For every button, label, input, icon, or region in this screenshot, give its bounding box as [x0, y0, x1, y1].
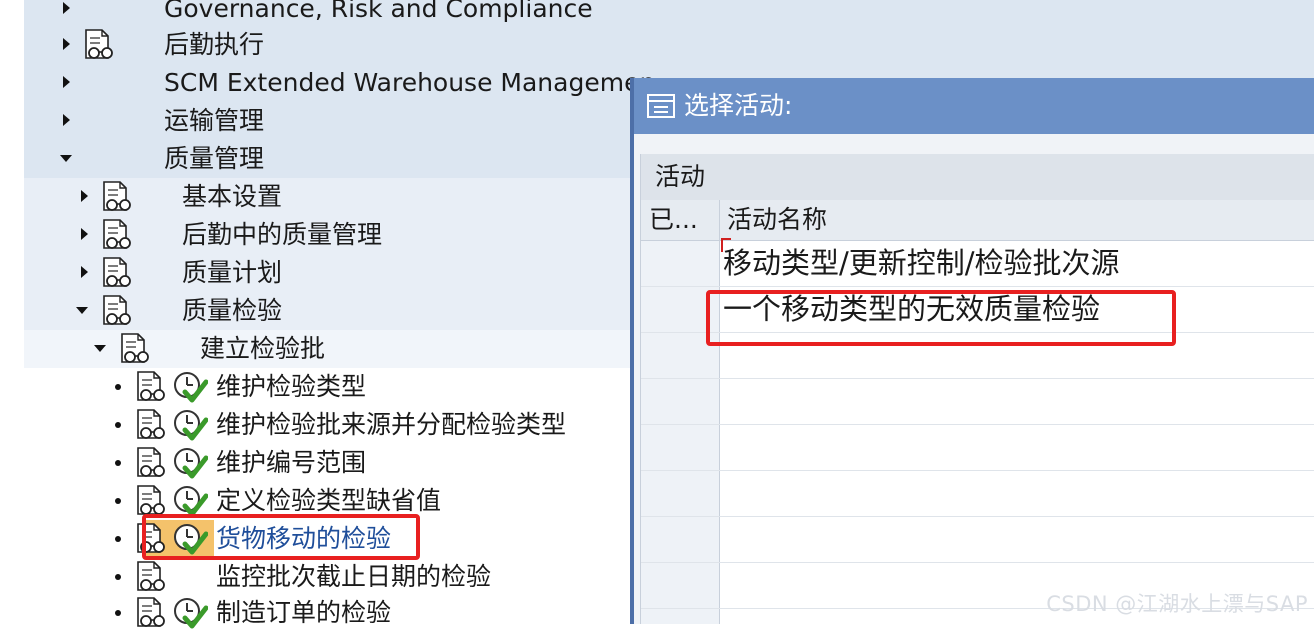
document-glasses-icon[interactable] [134, 408, 168, 442]
clock-check-icon[interactable] [172, 484, 208, 518]
row-selector[interactable] [641, 471, 720, 516]
tree-node-label: SCM Extended Warehouse Managemen [164, 68, 656, 97]
table-row[interactable] [641, 517, 1314, 563]
bullet-icon [112, 558, 128, 596]
tree-node-label: 制造订单的检验 [216, 598, 392, 627]
column-header-status[interactable]: 已... [649, 200, 698, 240]
row-selector[interactable] [641, 241, 720, 286]
table-row[interactable] [641, 471, 1314, 517]
expand-arrow-icon[interactable] [60, 102, 76, 140]
tree-node-label: 建立检验批 [200, 334, 326, 363]
document-glasses-icon[interactable] [134, 446, 168, 480]
clock-check-icon[interactable] [172, 446, 208, 480]
document-glasses-icon[interactable] [134, 560, 168, 594]
document-glasses-icon[interactable] [134, 484, 168, 518]
tree-node-label: 后勤中的质量管理 [182, 220, 383, 249]
expand-arrow-icon[interactable] [60, 0, 76, 28]
clock-check-icon[interactable] [172, 370, 208, 404]
expand-arrow-icon[interactable] [78, 254, 94, 292]
column-divider[interactable] [719, 200, 720, 240]
dialog-title: 选择活动: [684, 91, 793, 120]
tree-node-label: 运输管理 [164, 106, 265, 135]
highlight-box [142, 514, 420, 560]
tree-node-label: Governance, Risk and Compliance [164, 0, 593, 23]
table-row[interactable] [641, 379, 1314, 425]
expand-arrow-icon[interactable] [60, 64, 76, 102]
bullet-icon [112, 444, 128, 482]
tree-node-label: 质量检验 [182, 296, 283, 325]
tree-node-label: 基本设置 [182, 182, 283, 211]
table-caption-text: 活动 [655, 162, 706, 191]
bullet-icon [112, 406, 128, 444]
document-glasses-icon[interactable] [134, 370, 168, 404]
highlight-box [706, 290, 1176, 346]
expand-arrow-icon[interactable] [78, 178, 94, 216]
bullet-icon [112, 594, 128, 632]
table-header: 已... 活动名称 [641, 200, 1314, 241]
row-selector[interactable] [641, 379, 720, 424]
tree-node-label: 监控批次截止日期的检验 [216, 562, 492, 591]
row-selector[interactable] [641, 517, 720, 562]
row-selector[interactable] [641, 563, 720, 608]
document-glasses-icon [100, 218, 134, 252]
collapse-arrow-icon[interactable] [76, 292, 92, 330]
document-glasses-icon[interactable] [134, 596, 168, 630]
collapse-arrow-icon[interactable] [94, 330, 110, 368]
tree-node-label: 质量计划 [182, 258, 283, 287]
tree-node-logistics-execution[interactable]: 后勤执行 [24, 26, 1314, 64]
tree-node-label: 维护检验批来源并分配检验类型 [216, 410, 567, 439]
tree-node-label: 后勤执行 [164, 30, 265, 59]
row-selector[interactable] [641, 609, 720, 624]
tree-node-label: 维护检验类型 [216, 372, 367, 401]
document-glasses-icon [100, 294, 134, 328]
text-cursor [721, 238, 731, 252]
dialog-body: 活动 已... 活动名称 移动类型/更新控制/检验批次源 一个移动类型的无效质量… [634, 134, 1314, 624]
dialog-title-bar[interactable]: 选择活动: [634, 78, 1314, 134]
bullet-icon [112, 520, 128, 558]
bullet-icon [112, 482, 128, 520]
tree-node-label: 质量管理 [164, 144, 265, 173]
table-row[interactable]: 移动类型/更新控制/检验批次源 [641, 241, 1314, 287]
clock-check-icon[interactable] [172, 596, 208, 630]
document-glasses-icon [118, 332, 152, 366]
row-selector[interactable] [641, 425, 720, 470]
expand-arrow-icon[interactable] [78, 216, 94, 254]
tree-node-grc[interactable]: Governance, Risk and Compliance [24, 0, 1314, 28]
table-caption: 活动 [641, 154, 1314, 200]
expand-arrow-icon[interactable] [60, 26, 76, 64]
document-glasses-icon [82, 28, 116, 62]
table-row[interactable] [641, 425, 1314, 471]
document-glasses-icon [100, 256, 134, 290]
collapse-arrow-icon[interactable] [60, 140, 76, 178]
tree-node-label: 维护编号范围 [216, 448, 367, 477]
bullet-icon [112, 368, 128, 406]
activity-name-cell[interactable]: 移动类型/更新控制/检验批次源 [723, 241, 1120, 286]
clock-check-icon[interactable] [172, 408, 208, 442]
column-header-activity-name[interactable]: 活动名称 [727, 200, 827, 240]
document-glasses-icon [100, 180, 134, 214]
watermark: CSDN @江湖水上漂与SAP [1046, 592, 1308, 616]
activity-table: 活动 已... 活动名称 移动类型/更新控制/检验批次源 一个移动类型的无效质量… [640, 154, 1314, 624]
select-activity-dialog: 选择活动: 活动 已... 活动名称 移动类型/更新控制/检验批次源 一个移动类… [630, 78, 1314, 624]
dialog-window-icon [647, 94, 675, 118]
